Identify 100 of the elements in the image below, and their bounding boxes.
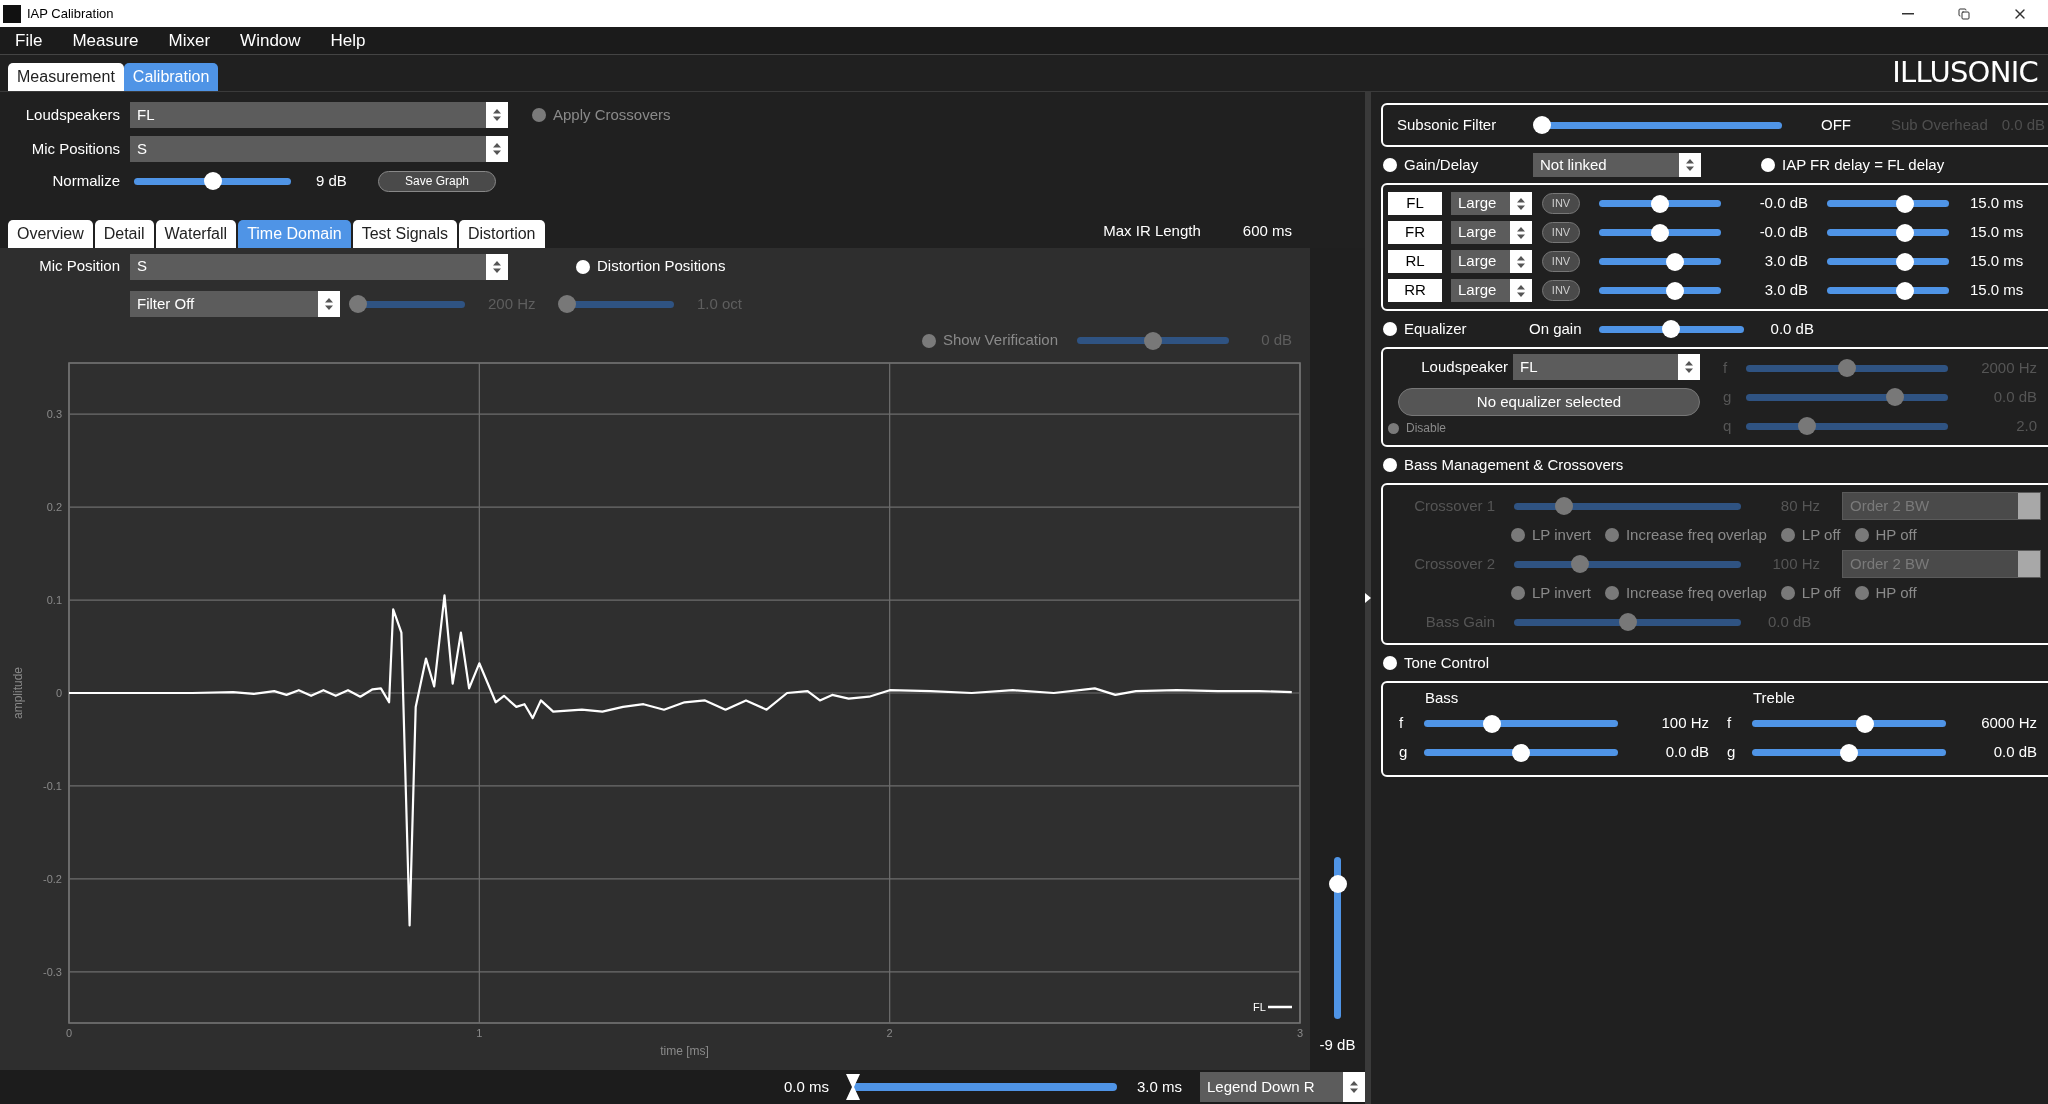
axis-tick-label: 3 bbox=[1296, 1027, 1304, 1039]
radio-option[interactable]: Equalizer bbox=[1383, 317, 1467, 341]
brand-logo: ILLUSONIC bbox=[1892, 54, 2038, 92]
value-readout: 3.0 ms bbox=[1137, 1076, 1182, 1097]
slider-thumb[interactable] bbox=[1896, 223, 1915, 242]
dropdown[interactable]: Large bbox=[1451, 279, 1532, 302]
updown-arrows-icon bbox=[1343, 1072, 1365, 1102]
updown-arrows-icon bbox=[2018, 493, 2040, 519]
label: Treble bbox=[1752, 688, 1796, 708]
radio-option[interactable]: Distortion Positions bbox=[576, 255, 726, 278]
value-readout: 3.0 dB bbox=[1763, 280, 1808, 301]
axis-tick-label: 1 bbox=[476, 1027, 483, 1039]
axis-tick-label: -0.3 bbox=[43, 965, 62, 978]
radio-option[interactable]: Tone Control bbox=[1383, 651, 1490, 675]
value-readout: 0.0 dB bbox=[1664, 742, 1709, 763]
axis-tick-label: -0.2 bbox=[43, 872, 62, 885]
value-readout: 15.0 ms bbox=[1970, 251, 2024, 272]
value-readout: 3.0 dB bbox=[1763, 251, 1808, 272]
axis-tick-label: 0.1 bbox=[46, 594, 62, 607]
dropdown[interactable]: S bbox=[130, 136, 508, 162]
tab[interactable]: Waterfall bbox=[155, 220, 237, 248]
range-handle[interactable] bbox=[845, 1074, 861, 1100]
invert-button[interactable]: INV bbox=[1542, 193, 1580, 214]
slider-thumb[interactable] bbox=[1662, 320, 1681, 338]
label: g bbox=[1399, 742, 1409, 763]
label: Mic Positions bbox=[30, 138, 120, 159]
equalizer-status-button[interactable]: No equalizer selected bbox=[1398, 388, 1700, 416]
axis-tick-label: 2 bbox=[886, 1027, 893, 1039]
slider-thumb[interactable] bbox=[1665, 281, 1684, 300]
invert-button[interactable]: INV bbox=[1542, 251, 1580, 272]
slider-thumb[interactable] bbox=[1896, 194, 1915, 213]
radio-option[interactable]: IAP FR delay = FL delay bbox=[1761, 153, 1945, 177]
save-graph-button[interactable]: Save Graph bbox=[378, 170, 496, 192]
axis-title: amplitude bbox=[11, 667, 25, 719]
restore-icon bbox=[1958, 7, 1970, 20]
label: On gain bbox=[1529, 318, 1582, 339]
updown-arrows-icon bbox=[486, 136, 508, 162]
invert-button[interactable]: INV bbox=[1542, 222, 1580, 243]
label: Normalize bbox=[51, 171, 120, 191]
menu-item[interactable]: Help bbox=[315, 27, 381, 54]
value-readout: -0.0 dB bbox=[1758, 193, 1808, 214]
dropdown[interactable]: Not linked bbox=[1533, 153, 1701, 177]
legend-label: FL bbox=[1253, 1001, 1266, 1013]
tab[interactable]: Overview bbox=[8, 220, 93, 248]
radio-option[interactable]: Gain/Delay bbox=[1383, 153, 1479, 177]
value-readout: 9 dB bbox=[316, 171, 348, 191]
slider-thumb[interactable] bbox=[1665, 252, 1684, 271]
label: Loudspeaker bbox=[1420, 356, 1508, 377]
value-readout: OFF bbox=[1821, 114, 1852, 135]
axis-tick-label: 0.2 bbox=[46, 501, 62, 514]
slider-thumb[interactable] bbox=[1533, 116, 1551, 134]
label: g bbox=[1727, 742, 1737, 763]
axis-tick-label: 0.3 bbox=[46, 408, 62, 421]
tab[interactable]: Detail bbox=[94, 220, 154, 248]
dropdown[interactable]: Legend Down R bbox=[1200, 1072, 1365, 1102]
menu-item[interactable]: Window bbox=[225, 27, 316, 54]
label: Subsonic Filter bbox=[1397, 114, 1498, 135]
window-title: IAP Calibration bbox=[27, 4, 114, 23]
tab[interactable]: Test Signals bbox=[352, 220, 457, 248]
dropdown[interactable]: Large bbox=[1451, 250, 1532, 273]
updown-arrows-icon bbox=[1510, 221, 1532, 244]
value-readout: -0.0 dB bbox=[1758, 222, 1808, 243]
tab[interactable]: Distortion bbox=[458, 220, 545, 248]
slider-thumb[interactable] bbox=[1896, 252, 1915, 271]
collapse-arrow-icon[interactable] bbox=[1365, 593, 1371, 603]
slider-thumb[interactable] bbox=[1651, 194, 1669, 213]
value-readout: 6000 Hz bbox=[1980, 713, 2037, 734]
slider-thumb[interactable] bbox=[1512, 743, 1530, 762]
slider-thumb[interactable] bbox=[1482, 714, 1501, 733]
dropdown[interactable]: Large bbox=[1451, 221, 1532, 244]
legend-line-icon bbox=[1268, 1005, 1292, 1009]
dropdown[interactable]: Large bbox=[1451, 192, 1532, 215]
dropdown[interactable]: FL bbox=[130, 102, 508, 128]
tab[interactable]: Measurement bbox=[8, 63, 124, 91]
invert-button[interactable]: INV bbox=[1542, 280, 1580, 301]
updown-arrows-icon bbox=[1679, 153, 1701, 177]
slider-thumb[interactable] bbox=[1855, 714, 1874, 733]
axis-tick-label: -0.1 bbox=[43, 779, 62, 792]
label: Bass bbox=[1424, 688, 1460, 708]
updown-arrows-icon bbox=[486, 102, 508, 128]
menu-item[interactable]: Measure bbox=[57, 27, 154, 54]
label: Loudspeakers bbox=[24, 104, 120, 125]
value-readout: 15.0 ms bbox=[1970, 280, 2024, 301]
updown-arrows-icon bbox=[1510, 279, 1532, 302]
dropdown[interactable]: S bbox=[130, 253, 508, 280]
slider-thumb[interactable] bbox=[1328, 875, 1347, 894]
updown-arrows-icon bbox=[2018, 551, 2040, 577]
label: Max IR Length bbox=[1103, 221, 1201, 242]
dropdown[interactable]: FL bbox=[1513, 354, 1700, 380]
channel-name: FR bbox=[1388, 221, 1442, 244]
menu-item[interactable]: File bbox=[0, 27, 58, 54]
value-readout: 15.0 ms bbox=[1970, 222, 2024, 243]
slider-thumb[interactable] bbox=[203, 172, 222, 191]
slider-thumb[interactable] bbox=[1840, 743, 1858, 762]
updown-arrows-icon bbox=[1510, 250, 1532, 273]
slider-thumb[interactable] bbox=[1651, 223, 1669, 242]
updown-arrows-icon bbox=[1678, 354, 1700, 380]
value-readout: 100 Hz bbox=[1660, 713, 1709, 734]
menu-item[interactable]: Mixer bbox=[153, 27, 226, 54]
slider-thumb[interactable] bbox=[1896, 281, 1915, 300]
